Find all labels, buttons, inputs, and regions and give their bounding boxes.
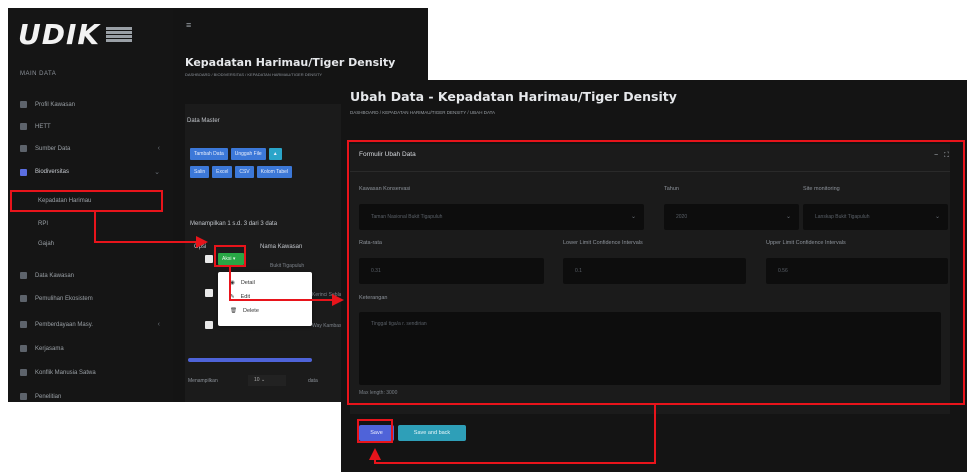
arrow-action-to-edit [229,267,344,306]
arrow-form-to-save [369,405,656,464]
arrow-sidebar-to-action [94,212,208,248]
annotation-arrows [94,212,656,464]
